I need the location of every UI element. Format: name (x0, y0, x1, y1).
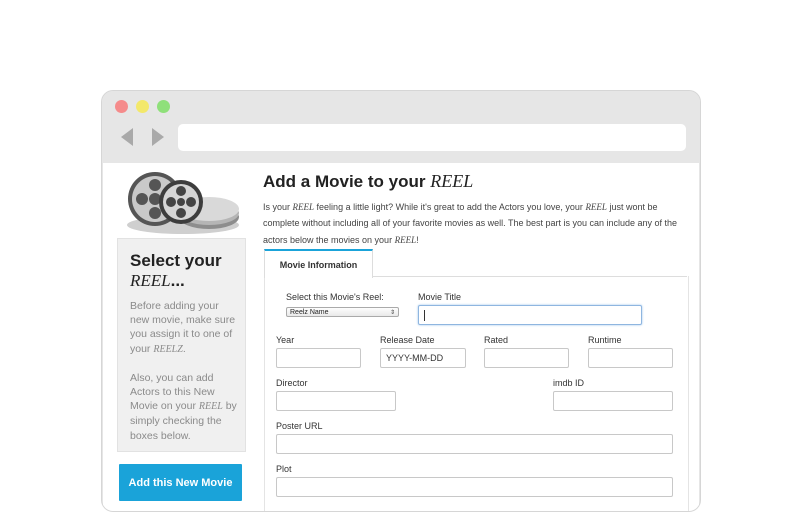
select-reel-instructions: Before adding your new movie, make sure … (130, 299, 238, 457)
instruction-period: . (182, 342, 186, 355)
minimize-window-dot[interactable] (136, 100, 149, 113)
poster-url-label: Poster URL (276, 421, 323, 431)
intro-text: Is your (263, 202, 291, 212)
reel-select-label: Select this Movie's Reel: (286, 292, 384, 302)
browser-toolbar (102, 91, 700, 163)
page-title: Add a Movie to your REEL (263, 171, 473, 192)
reel-word: REEL (198, 401, 223, 413)
runtime-label: Runtime (588, 335, 622, 345)
reel-word: REEL (130, 271, 171, 290)
reel-select-value: Reelz Name (290, 308, 329, 316)
release-date-label: Release Date (380, 335, 435, 345)
select-reel-panel: Select your REEL... Before adding your n… (117, 238, 246, 452)
reelz-word: REELZ (153, 343, 183, 355)
plot-input[interactable] (276, 477, 673, 497)
close-window-dot[interactable] (115, 100, 128, 113)
movie-title-label: Movie Title (418, 292, 462, 302)
release-date-input[interactable]: YYYY-MM-DD (380, 348, 466, 368)
heading-text: Select your (130, 251, 222, 270)
forward-arrow-icon[interactable] (152, 128, 164, 146)
reel-word: REEL (394, 234, 417, 245)
movie-title-input[interactable] (418, 305, 642, 325)
runtime-input[interactable] (588, 348, 673, 368)
year-input[interactable] (276, 348, 361, 368)
add-new-movie-button[interactable]: Add this New Movie (119, 464, 242, 501)
year-label: Year (276, 335, 295, 345)
heading-ellipsis: ... (170, 271, 185, 290)
release-date-placeholder: YYYY-MM-DD (386, 353, 444, 363)
tab-movie-information[interactable]: Movie Information (264, 249, 373, 278)
instruction-paragraph-1: Before adding your new movie, make sure … (130, 299, 238, 357)
select-arrows-icon: ⇕ (389, 309, 395, 316)
intro-text: feeling a little light? While it's great… (316, 202, 583, 212)
rated-input[interactable] (484, 348, 569, 368)
text-cursor (424, 309, 425, 321)
reel-word: REEL (585, 202, 607, 212)
intro-text: ! (416, 234, 419, 245)
page-viewport: Select your REEL... Before adding your n… (103, 163, 699, 511)
plot-label: Plot (276, 464, 292, 474)
poster-url-input[interactable] (276, 434, 673, 454)
imdb-id-input[interactable] (553, 391, 673, 411)
back-arrow-icon[interactable] (121, 128, 133, 146)
director-label: Director (276, 378, 308, 388)
maximize-window-dot[interactable] (157, 100, 170, 113)
reel-select[interactable]: Reelz Name ⇕ (286, 307, 399, 317)
film-reels-image (127, 172, 239, 234)
instruction-paragraph-2: Also, you can add Actors to this New Mov… (130, 371, 238, 443)
reel-word: REEL (292, 202, 315, 212)
address-bar[interactable] (178, 124, 686, 151)
intro-paragraph: Is your REEL feeling a little light? Whi… (263, 199, 683, 248)
director-input[interactable] (276, 391, 396, 411)
rated-label: Rated (484, 335, 509, 345)
browser-window: Select your REEL... Before adding your n… (101, 90, 701, 512)
imdb-id-label: imdb ID (553, 378, 585, 388)
reel-word: REEL (430, 171, 474, 191)
select-reel-heading: Select your REEL... (130, 251, 240, 291)
title-text: Add a Movie to your (263, 172, 426, 191)
